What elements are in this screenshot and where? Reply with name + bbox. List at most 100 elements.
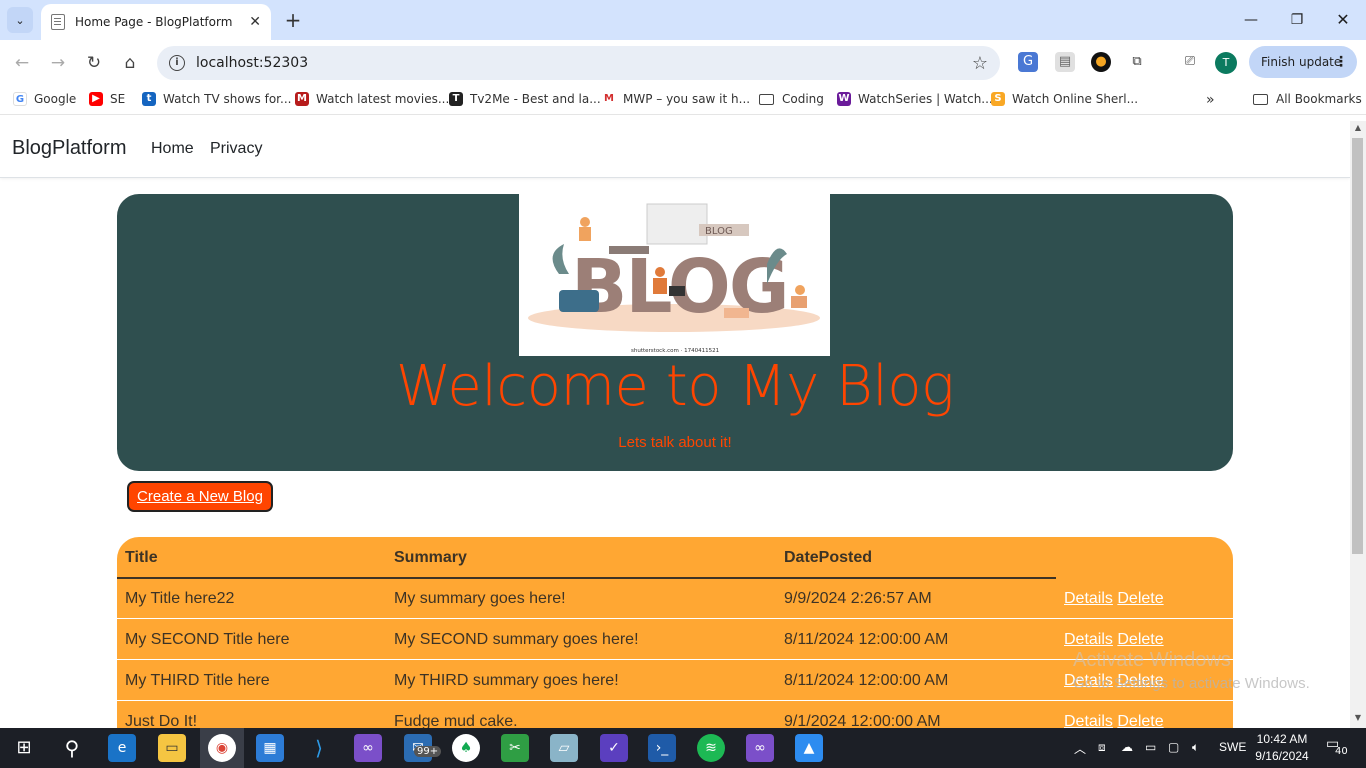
bookmark-label: Watch Online Sherl...	[1012, 92, 1139, 106]
mongodb-icon[interactable]: ♠	[452, 734, 480, 762]
address-bar[interactable]: i localhost:52303 ☆	[157, 46, 1000, 80]
header-dateposted: DatePosted	[784, 549, 873, 566]
bookmark-sherlock[interactable]: S Watch Online Sherl...	[991, 92, 1138, 106]
store-icon[interactable]: ▦	[256, 734, 284, 762]
details-link[interactable]: Details	[1064, 713, 1113, 728]
tray-device-icon[interactable]: ⧈	[1098, 740, 1106, 755]
mail-badge: 99+	[414, 746, 442, 757]
edge-icon[interactable]: e	[108, 734, 136, 762]
tab-home-page[interactable]: Home Page - BlogPlatform ✕	[41, 4, 271, 40]
chrome-icon[interactable]: ◉	[208, 734, 236, 762]
page-viewport: BlogPlatform Home Privacy BLOG BLOG shut…	[0, 121, 1350, 728]
onedrive-cloud-icon[interactable]: ☁	[1121, 740, 1133, 754]
bookmark-se[interactable]: ▶ SE	[89, 92, 125, 106]
bookmark-watchseries[interactable]: W WatchSeries | Watch...	[837, 92, 993, 106]
snip-icon[interactable]: ✂	[501, 734, 529, 762]
blog-illustration-image: BLOG BLOG shutterstock.com · 1740411521	[519, 194, 830, 356]
bookmark-label: All Bookmarks	[1276, 92, 1362, 106]
nav-privacy-link[interactable]: Privacy	[210, 140, 262, 158]
language-indicator[interactable]: SWE	[1219, 740, 1246, 754]
scroll-down-arrow-icon[interactable]: ▼	[1352, 713, 1364, 725]
bookmark-label: Watch TV shows for...	[163, 92, 292, 106]
bookmark-label: Coding	[782, 92, 824, 106]
more-bookmarks-chevron-icon[interactable]: »	[1206, 92, 1215, 108]
bookmark-star-icon[interactable]: ☆	[972, 53, 988, 74]
visual-studio-icon[interactable]: ∞	[354, 734, 382, 762]
site-info-icon[interactable]: i	[169, 55, 185, 71]
bookmark-tv2me[interactable]: T Tv2Me - Best and la...	[449, 92, 601, 106]
site-brand-link[interactable]: BlogPlatform	[12, 137, 127, 160]
file-explorer-icon[interactable]: ▭	[158, 734, 186, 762]
bookmark-google[interactable]: G Google	[13, 92, 76, 106]
scroll-up-arrow-icon[interactable]: ▲	[1352, 123, 1364, 135]
tv-icon: t	[142, 92, 156, 106]
spotify-icon[interactable]: ≋	[697, 734, 725, 762]
cast-icon[interactable]: ⎚	[1180, 52, 1200, 72]
tab-title: Home Page - BlogPlatform	[75, 15, 233, 29]
reload-icon[interactable]: ↻	[81, 50, 107, 76]
restore-icon[interactable]: ❐	[1282, 8, 1312, 32]
row-title: Just Do It!	[125, 713, 198, 728]
window-close-icon[interactable]: ✕	[1328, 8, 1358, 32]
notification-count: 40	[1335, 746, 1348, 757]
bookmark-watch-tv[interactable]: t Watch TV shows for...	[142, 92, 291, 106]
profile-avatar[interactable]: T	[1215, 52, 1237, 74]
powershell-icon[interactable]: ›_	[648, 734, 676, 762]
tab-search-chevron-icon[interactable]: ⌄	[7, 7, 33, 33]
row-date: 8/11/2024 12:00:00 AM	[784, 631, 949, 648]
hero-banner: BLOG BLOG shutterstock.com · 1740411521 …	[117, 194, 1233, 471]
browser-menu-icon[interactable]: ⋮	[1334, 54, 1348, 70]
details-link[interactable]: Details	[1064, 590, 1113, 607]
vscode-icon[interactable]: ⟩	[305, 734, 333, 762]
forward-arrow-icon[interactable]: →	[45, 50, 71, 76]
delete-link[interactable]: Delete	[1117, 631, 1163, 648]
nav-home-link[interactable]: Home	[151, 140, 194, 158]
sherlock-icon: S	[991, 92, 1005, 106]
row-summary: My summary goes here!	[394, 590, 566, 607]
watchseries-icon: W	[837, 92, 851, 106]
app-checklist-icon[interactable]: ✓	[600, 734, 628, 762]
delete-link[interactable]: Delete	[1117, 713, 1163, 728]
details-link[interactable]: Details	[1064, 631, 1113, 648]
minimize-icon[interactable]: —	[1236, 8, 1266, 32]
notes-icon[interactable]: ▱	[550, 734, 578, 762]
delete-link[interactable]: Delete	[1117, 590, 1163, 607]
search-icon[interactable]: ⚲	[58, 734, 86, 762]
record-extension-icon[interactable]: ●	[1091, 52, 1111, 72]
bookmark-mwp[interactable]: M MWP – you saw it h...	[602, 92, 750, 106]
url-text[interactable]: localhost:52303	[196, 55, 972, 71]
home-icon[interactable]: ⌂	[117, 50, 143, 76]
hero-title: Welcome to My Blog	[395, 354, 955, 419]
scrollbar-thumb[interactable]	[1352, 138, 1363, 554]
tray-chevron-icon[interactable]: ︿	[1074, 740, 1086, 757]
header-summary: Summary	[394, 549, 467, 566]
new-tab-plus-icon[interactable]: +	[283, 8, 303, 32]
bookmark-folder-coding[interactable]: Coding	[759, 92, 824, 106]
visual-studio-2-icon[interactable]: ∞	[746, 734, 774, 762]
extensions-puzzle-icon[interactable]: ⧉	[1127, 52, 1147, 72]
notification-center-icon[interactable]: ▭ 40	[1326, 736, 1350, 758]
tab-close-icon[interactable]: ✕	[249, 14, 261, 30]
back-arrow-icon[interactable]: ←	[9, 50, 35, 76]
tv2me-icon: T	[449, 92, 463, 106]
document-extension-icon[interactable]: ▤	[1055, 52, 1075, 72]
row-date: 9/9/2024 2:26:57 AM	[784, 590, 932, 607]
mwp-icon: M	[602, 92, 616, 106]
page-favicon-icon	[51, 14, 65, 30]
system-clock[interactable]: 10:42 AM 9/16/2024	[1255, 731, 1309, 765]
network-icon[interactable]: ▢	[1168, 740, 1179, 754]
battery-icon[interactable]: ▭	[1145, 740, 1156, 754]
bookmark-label: Watch latest movies...	[316, 92, 450, 106]
hero-subtitle: Lets talk about it!	[618, 434, 732, 451]
movies-icon: M	[295, 92, 309, 106]
windows-start-icon[interactable]: ⊞	[10, 734, 38, 762]
photos-icon[interactable]: ▲	[795, 734, 823, 762]
translate-extension-icon[interactable]: G	[1018, 52, 1038, 72]
create-new-blog-button[interactable]: Create a New Blog	[127, 481, 273, 512]
bookmark-watch-movies[interactable]: M Watch latest movies...	[295, 92, 449, 106]
activate-windows-hint: Go to Settings to activate Windows.	[1073, 675, 1310, 692]
volume-icon[interactable]: 🔈︎	[1192, 740, 1199, 755]
finish-update-button[interactable]: Finish update ⋮	[1249, 46, 1357, 78]
youtube-icon: ▶	[89, 92, 103, 106]
all-bookmarks-folder[interactable]: All Bookmarks	[1253, 92, 1362, 106]
